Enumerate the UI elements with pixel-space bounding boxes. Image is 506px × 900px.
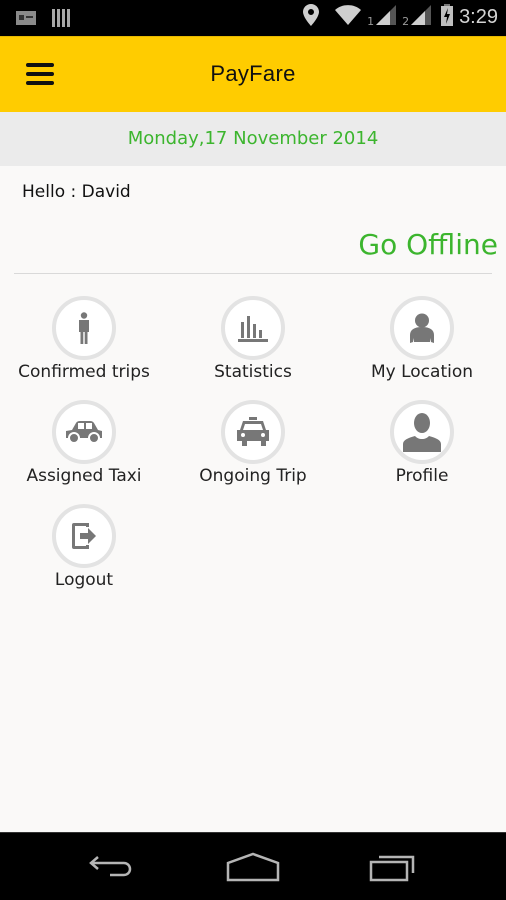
barcode-icon <box>52 9 70 31</box>
menu-item-label: Logout <box>54 570 114 590</box>
menu-item-label: Assigned Taxi <box>26 466 142 486</box>
menu-item-ongoing-trip[interactable]: Ongoing Trip <box>169 400 337 486</box>
taxi-icon <box>237 417 269 447</box>
person-icon <box>77 312 91 344</box>
back-icon[interactable] <box>72 845 152 889</box>
menu-item-confirmed-trips[interactable]: Confirmed trips <box>0 296 168 382</box>
car-icon <box>64 421 104 443</box>
bar-chart-icon <box>238 314 268 342</box>
menu-item-profile[interactable]: Profile <box>338 400 506 486</box>
menu-item-label: Profile <box>395 466 449 486</box>
battery-charging-icon <box>441 4 454 30</box>
wifi-icon <box>335 5 362 29</box>
signal-icon <box>376 5 397 29</box>
status-bar: 1 2 3:29 <box>0 0 506 36</box>
user-location-icon <box>407 313 437 343</box>
icon-circle <box>221 296 285 360</box>
sim1-label: 1 <box>367 14 375 28</box>
menu-item-label: Statistics <box>214 362 292 382</box>
menu-item-label: Confirmed trips <box>18 362 150 382</box>
date-bar: Monday,17 November 2014 <box>0 112 506 166</box>
location-icon <box>303 4 320 30</box>
icon-circle <box>390 296 454 360</box>
recent-apps-icon[interactable] <box>354 845 434 889</box>
app-bar: PayFare <box>0 36 506 112</box>
profile-icon <box>403 412 441 452</box>
notification-icon <box>16 10 36 30</box>
greeting-text: Hello : David <box>22 182 131 202</box>
signal-icon <box>411 5 432 29</box>
logout-icon <box>71 521 97 551</box>
clock: 3:29 <box>459 5 498 28</box>
menu-item-assigned-taxi[interactable]: Assigned Taxi <box>0 400 168 486</box>
menu-item-label: Ongoing Trip <box>199 466 307 486</box>
icon-circle <box>221 400 285 464</box>
system-nav-bar <box>0 832 506 900</box>
divider <box>14 273 492 274</box>
go-offline-button[interactable]: Go Offline <box>358 228 498 261</box>
menu-item-statistics[interactable]: Statistics <box>169 296 337 382</box>
icon-circle <box>52 296 116 360</box>
icon-circle <box>390 400 454 464</box>
menu-item-label: My Location <box>370 362 474 382</box>
menu-item-logout[interactable]: Logout <box>0 504 168 590</box>
icon-circle <box>52 504 116 568</box>
sim2-label: 2 <box>402 14 410 28</box>
app-title: PayFare <box>210 61 296 86</box>
icon-circle <box>52 400 116 464</box>
home-icon[interactable] <box>213 845 293 889</box>
menu-item-my-location[interactable]: My Location <box>338 296 506 382</box>
